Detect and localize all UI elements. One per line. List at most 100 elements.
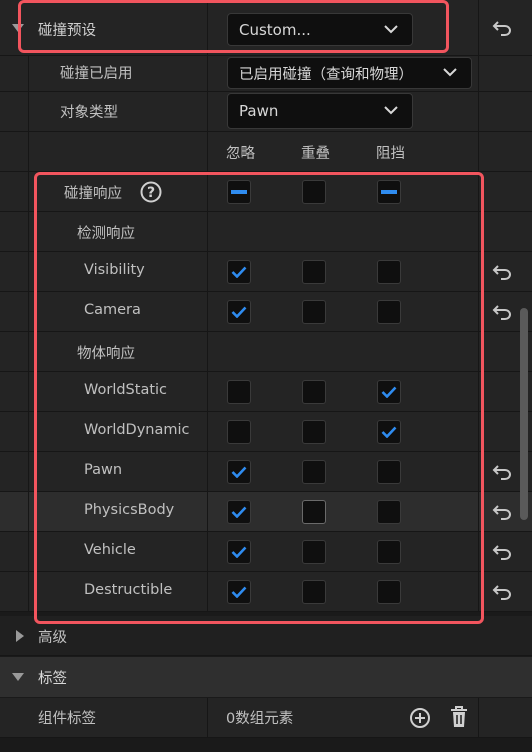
- object-channel-label: Pawn: [84, 462, 123, 478]
- object-row-worlddynamic: WorldDynamic: [0, 412, 532, 452]
- ignore-checkbox[interactable]: [227, 460, 251, 484]
- ignore-checkbox[interactable]: [227, 380, 251, 404]
- ignore-checkbox[interactable]: [227, 180, 251, 204]
- object-responses-row: 物体响应: [0, 332, 532, 372]
- block-checkbox[interactable]: [377, 500, 401, 524]
- block-checkbox[interactable]: [377, 300, 401, 324]
- ignore-checkbox[interactable]: [227, 420, 251, 444]
- object-channel-label: PhysicsBody: [84, 502, 175, 518]
- object-type-value: Pawn: [239, 102, 279, 120]
- collapse-arrow-icon[interactable]: [12, 673, 24, 681]
- collision-enabled-row: 碰撞已启用 已启用碰撞（查询和物理）: [0, 56, 532, 92]
- collision-preset-dropdown[interactable]: Custom...: [227, 13, 413, 46]
- object-row-destructible: Destructible: [0, 572, 532, 612]
- block-checkbox[interactable]: [377, 580, 401, 604]
- minus-icon: [231, 190, 247, 194]
- block-checkbox[interactable]: [377, 420, 401, 444]
- trace-row-camera: Camera: [0, 292, 532, 332]
- object-responses-label: 物体响应: [77, 346, 135, 362]
- reset-to-default-icon[interactable]: [491, 461, 513, 483]
- scrollbar-thumb[interactable]: [520, 308, 528, 520]
- collision-preset-value: Custom...: [239, 20, 311, 39]
- trace-responses-row: 检测响应: [0, 212, 532, 252]
- block-checkbox[interactable]: [377, 180, 401, 204]
- object-row-vehicle: Vehicle: [0, 532, 532, 572]
- overlap-checkbox[interactable]: [302, 300, 326, 324]
- ignore-checkbox[interactable]: [227, 300, 251, 324]
- tags-label: 标签: [38, 671, 67, 687]
- component-tags-row: 组件标签 0数组元素: [0, 698, 532, 738]
- block-checkbox[interactable]: [377, 460, 401, 484]
- plus-circle-icon[interactable]: [408, 706, 432, 730]
- overlap-checkbox[interactable]: [302, 260, 326, 284]
- checkmark-icon: [231, 546, 247, 558]
- overlap-checkbox[interactable]: [302, 500, 326, 524]
- chevron-down-icon: [384, 106, 398, 115]
- column-block-label: 阻挡: [376, 146, 405, 162]
- reset-to-default-icon[interactable]: [491, 501, 513, 523]
- checkmark-icon: [231, 586, 247, 598]
- minus-icon: [381, 190, 397, 194]
- component-tags-label: 组件标签: [38, 711, 96, 727]
- ignore-checkbox[interactable]: [227, 500, 251, 524]
- collision-responses-label: 碰撞响应: [64, 186, 122, 202]
- collision-enabled-value: 已启用碰撞（查询和物理）: [239, 66, 413, 83]
- object-channel-label: WorldStatic: [84, 382, 168, 398]
- block-checkbox[interactable]: [377, 260, 401, 284]
- advanced-label: 高级: [38, 630, 67, 646]
- checkmark-icon: [231, 266, 247, 278]
- overlap-checkbox[interactable]: [302, 540, 326, 564]
- overlap-checkbox[interactable]: [302, 180, 326, 204]
- reset-to-default-icon[interactable]: [491, 581, 513, 603]
- object-type-dropdown[interactable]: Pawn: [227, 93, 413, 129]
- overlap-checkbox[interactable]: [302, 460, 326, 484]
- collision-responses-row: 碰撞响应?: [0, 172, 532, 212]
- object-channel-label: Vehicle: [84, 542, 136, 558]
- advanced-row[interactable]: 高级: [0, 616, 532, 656]
- trash-icon[interactable]: [447, 705, 471, 729]
- reset-to-default-icon[interactable]: [491, 17, 513, 39]
- reset-to-default-icon[interactable]: [491, 541, 513, 563]
- object-row-worldstatic: WorldStatic: [0, 372, 532, 412]
- reset-to-default-icon[interactable]: [491, 301, 513, 323]
- reset-to-default-icon[interactable]: [491, 261, 513, 283]
- object-type-row: 对象类型 Pawn: [0, 92, 532, 132]
- object-type-label: 对象类型: [60, 105, 118, 121]
- checkmark-icon: [231, 506, 247, 518]
- overlap-checkbox[interactable]: [302, 580, 326, 604]
- block-checkbox[interactable]: [377, 540, 401, 564]
- collision-enabled-label: 碰撞已启用: [60, 66, 133, 82]
- collision-preset-label: 碰撞预设: [38, 23, 96, 39]
- collapse-arrow-icon[interactable]: [12, 24, 24, 32]
- ignore-checkbox[interactable]: [227, 540, 251, 564]
- trace-responses-label: 检测响应: [77, 226, 135, 242]
- object-channel-label: WorldDynamic: [84, 422, 190, 438]
- trace-channel-label: Camera: [84, 302, 141, 318]
- column-header-row: 忽略 重叠 阻挡: [0, 132, 532, 172]
- collision-enabled-dropdown[interactable]: 已启用碰撞（查询和物理）: [227, 57, 472, 89]
- collision-preset-row: 碰撞预设 Custom...: [0, 0, 532, 56]
- ignore-checkbox[interactable]: [227, 580, 251, 604]
- object-row-physicsbody: PhysicsBody: [0, 492, 532, 532]
- column-ignore-label: 忽略: [226, 146, 255, 162]
- svg-text:?: ?: [147, 185, 155, 201]
- column-overlap-label: 重叠: [301, 146, 330, 162]
- overlap-checkbox[interactable]: [302, 380, 326, 404]
- checkmark-icon: [381, 426, 397, 438]
- overlap-checkbox[interactable]: [302, 420, 326, 444]
- object-row-pawn: Pawn: [0, 452, 532, 492]
- block-checkbox[interactable]: [377, 380, 401, 404]
- tags-section-header[interactable]: 标签: [0, 657, 532, 697]
- ignore-checkbox[interactable]: [227, 260, 251, 284]
- expand-arrow-icon[interactable]: [16, 630, 24, 642]
- trace-channel-label: Visibility: [84, 262, 145, 278]
- component-tags-value: 0数组元素: [226, 711, 294, 727]
- chevron-down-icon: [443, 68, 457, 77]
- checkmark-icon: [381, 386, 397, 398]
- trace-row-visibility: Visibility: [0, 252, 532, 292]
- chevron-down-icon: [384, 24, 398, 33]
- object-channel-label: Destructible: [84, 582, 173, 598]
- checkmark-icon: [231, 466, 247, 478]
- checkmark-icon: [231, 306, 247, 318]
- question-circle-icon[interactable]: ?: [140, 181, 162, 203]
